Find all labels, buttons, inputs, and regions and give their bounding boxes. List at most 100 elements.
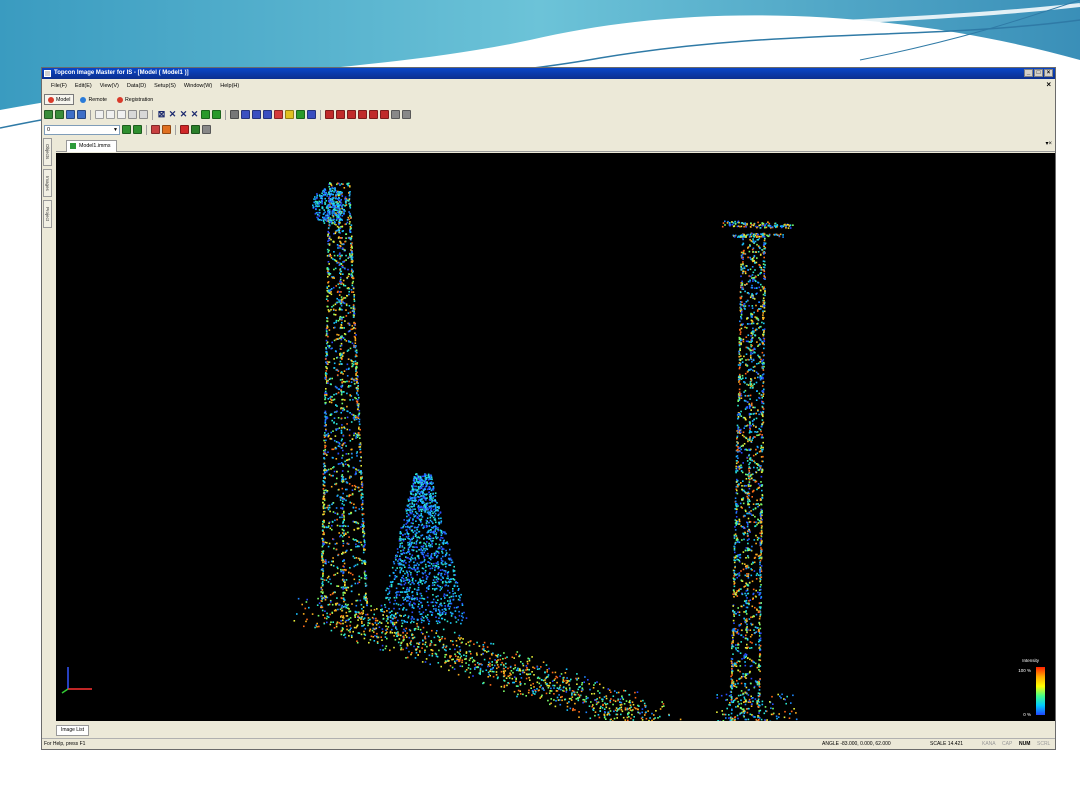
select-cursor-icon[interactable]: [95, 110, 104, 119]
trim-icon[interactable]: ✕: [190, 110, 199, 119]
point-cloud-point: [349, 394, 352, 397]
rotate-icon[interactable]: [252, 110, 261, 119]
point-cloud-point: [428, 542, 430, 545]
close-button[interactable]: ×: [1044, 69, 1053, 77]
point-cloud-point: [329, 527, 332, 530]
properties-icon[interactable]: [202, 125, 211, 134]
display-mode-icon[interactable]: [296, 110, 305, 119]
mesh-fill-icon[interactable]: [212, 110, 221, 119]
point-color-icon[interactable]: [274, 110, 283, 119]
point-cloud-point: [350, 590, 353, 593]
point-cloud-point: [747, 340, 749, 343]
menu-setup[interactable]: Setup(S): [154, 83, 176, 89]
point-cloud-point: [330, 468, 332, 470]
close-document-icon[interactable]: ▾×: [1045, 141, 1052, 147]
menu-help[interactable]: Help(H): [220, 83, 239, 89]
point-cloud-viewport[interactable]: Intensity 100 % 0 %: [56, 153, 1055, 721]
pan-hand-icon[interactable]: [241, 110, 250, 119]
maximize-button[interactable]: □: [1034, 69, 1043, 77]
view-left-icon[interactable]: [347, 110, 356, 119]
menu-file[interactable]: File(F): [51, 83, 67, 89]
side-tab-images[interactable]: Images: [43, 169, 52, 197]
color-mode-icon[interactable]: [285, 110, 294, 119]
point-cloud-point: [358, 508, 361, 510]
point-cloud-point: [738, 519, 741, 521]
view-iso-icon[interactable]: [380, 110, 389, 119]
point-cloud-point: [322, 564, 325, 567]
point-cloud-point: [737, 457, 739, 459]
point-cloud-point: [731, 682, 733, 684]
cut-icon[interactable]: ✕: [179, 110, 188, 119]
undo-icon[interactable]: [128, 110, 137, 119]
mdi-close-icon[interactable]: ×: [1046, 81, 1051, 89]
point-cloud-point: [737, 485, 739, 487]
document-tab[interactable]: Model1.imms: [66, 140, 117, 152]
layer-select[interactable]: 0 ▼: [44, 124, 120, 135]
point-cloud-point: [764, 264, 766, 266]
point-icon[interactable]: [162, 125, 171, 134]
mode-registration-button[interactable]: Registration: [113, 94, 157, 105]
layer-manager-icon[interactable]: [133, 125, 142, 134]
point-cloud-point: [342, 545, 344, 547]
point-cloud-point: [354, 488, 356, 491]
point-cloud-point: [350, 307, 352, 309]
redo-icon[interactable]: [139, 110, 148, 119]
point-cloud-point: [755, 589, 757, 592]
point-cloud-point: [767, 235, 769, 237]
open-folder-icon[interactable]: [66, 110, 75, 119]
view-top-icon[interactable]: [369, 110, 378, 119]
zoom-window-icon[interactable]: [263, 110, 272, 119]
menu-edit[interactable]: Edit(E): [75, 83, 92, 89]
mode-registration-label: Registration: [124, 96, 154, 103]
point-cloud-point: [422, 546, 424, 548]
point-cloud-point: [323, 471, 326, 473]
view-back-icon[interactable]: [336, 110, 345, 119]
point-cloud-point: [390, 585, 393, 588]
point-cloud-point: [759, 559, 762, 562]
point-cloud-point: [758, 602, 761, 604]
axis-icon[interactable]: [391, 110, 400, 119]
lasso-icon[interactable]: [117, 110, 126, 119]
side-tab-objects[interactable]: Objects: [43, 138, 52, 166]
menu-window[interactable]: Window(W): [184, 83, 212, 89]
point-cloud-point: [337, 334, 340, 336]
point-cloud-point: [749, 394, 752, 397]
point-cloud-point: [394, 599, 396, 602]
view-frame-icon[interactable]: [307, 110, 316, 119]
view-right-icon[interactable]: [358, 110, 367, 119]
polyline-icon[interactable]: [180, 125, 189, 134]
new-file-icon[interactable]: [44, 110, 53, 119]
delete-outside-icon[interactable]: ✕: [168, 110, 177, 119]
point-cloud-point: [344, 478, 346, 481]
layer-edit-icon[interactable]: [122, 125, 131, 134]
triangle-icon[interactable]: [191, 125, 200, 134]
mode-remote-button[interactable]: Remote: [76, 94, 111, 105]
side-tab-project[interactable]: Project: [43, 200, 52, 228]
pick-point-icon[interactable]: [151, 125, 160, 134]
rectangle-select-icon[interactable]: [106, 110, 115, 119]
point-cloud-point: [335, 285, 337, 287]
point-cloud-point: [761, 224, 764, 227]
point-cloud-point: [341, 327, 344, 329]
point-cloud-point: [761, 321, 763, 324]
export-icon[interactable]: [402, 110, 411, 119]
point-cloud-point: [414, 526, 416, 529]
point-cloud-point: [740, 394, 743, 397]
point-cloud-point: [341, 476, 344, 478]
point-cloud-point: [343, 559, 345, 561]
delete-points-icon[interactable]: ⊠: [157, 110, 166, 119]
menu-view[interactable]: View(V): [100, 83, 119, 89]
point-cloud-point: [745, 485, 748, 487]
point-cloud-point: [744, 718, 747, 721]
save-icon[interactable]: [77, 110, 86, 119]
point-cloud-point: [331, 306, 333, 308]
point-cloud-point: [750, 695, 752, 698]
point-cloud-point: [735, 510, 738, 513]
mesh-icon[interactable]: [201, 110, 210, 119]
mode-model-button[interactable]: Model: [44, 94, 75, 105]
view-front-icon[interactable]: [325, 110, 334, 119]
minimize-button[interactable]: _: [1024, 69, 1033, 77]
open-icon[interactable]: [55, 110, 64, 119]
camera-icon[interactable]: [230, 110, 239, 119]
menu-data[interactable]: Data(D): [127, 83, 146, 89]
